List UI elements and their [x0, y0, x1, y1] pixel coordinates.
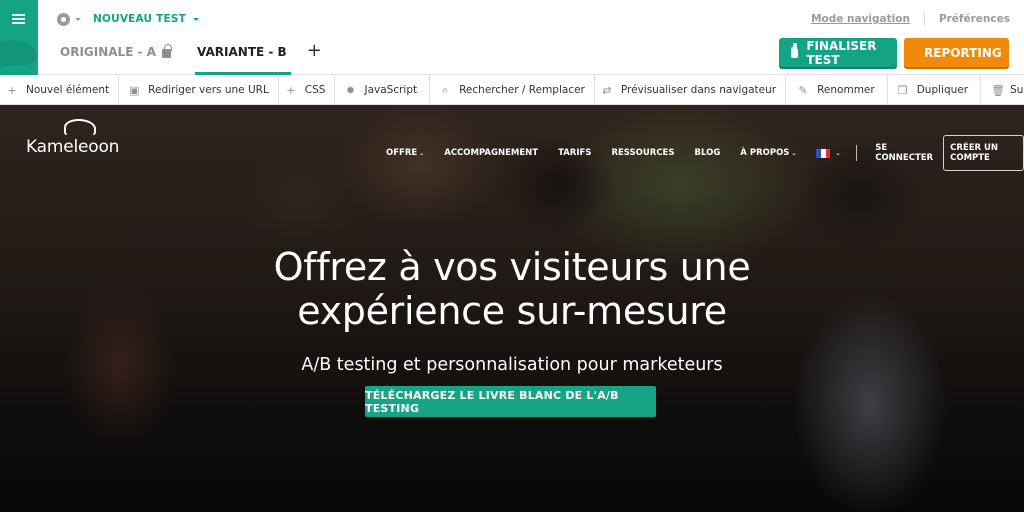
tool-label: Rediriger vers une URL [148, 84, 269, 96]
tab-original-a[interactable]: ORIGINALE - A [60, 40, 172, 75]
nav-label: OFFRE [386, 148, 418, 158]
tab-label: VARIANTE - B [197, 45, 287, 59]
thumbs-up-icon [791, 43, 799, 58]
tool-label: Rechercher / Remplacer [459, 84, 585, 96]
hero-title-line-2: expérience sur-mesure [297, 289, 727, 333]
chevron-down-icon: ⌄ [419, 150, 425, 157]
rename-button[interactable]: ✎ Renommer [786, 75, 888, 105]
tool-label: Nouvel élément [26, 84, 110, 96]
redirect-url-button[interactable]: ▣ Rediriger vers une URL [119, 75, 279, 105]
nav-item-accompagnement[interactable]: ACCOMPAGNEMENT [444, 148, 538, 158]
plus-icon: + [7, 83, 17, 97]
tool-label: Prévisualiser dans navigateur [620, 84, 777, 96]
css-button[interactable]: + CSS [279, 75, 336, 105]
add-variant-button[interactable]: + [307, 40, 322, 75]
search-replace-icon: ⌕ [442, 83, 449, 96]
tool-label: CSS [304, 84, 326, 96]
finalize-test-label: FINALISER TEST [806, 38, 877, 67]
new-element-button[interactable]: + Nouvel élément [0, 75, 120, 105]
chevron-down-icon: ⌄ [835, 149, 841, 157]
gear-icon: ✹ [345, 83, 356, 97]
hero-title: Offrez à vos visiteurs une expérience su… [0, 245, 1024, 333]
gear-icon[interactable] [57, 12, 70, 26]
tool-label: Dupliquer [916, 84, 969, 96]
duplicate-button[interactable]: ❐ Dupliquer [888, 75, 982, 105]
finalize-test-button[interactable]: FINALISER TEST [779, 38, 897, 67]
url-redirect-icon: ▣ [129, 83, 140, 97]
preview-browser-button[interactable]: ⇄ Prévisualiser dans navigateur [595, 75, 787, 105]
tool-label: Renommer [817, 84, 875, 96]
language-selector[interactable]: ⌄ [816, 148, 841, 158]
divider [856, 145, 858, 161]
signup-button[interactable]: CRÉER UN COMPTE [943, 135, 1024, 171]
test-selector: NOUVEAU TEST [57, 10, 199, 28]
nav-item-a-propos[interactable]: À PROPOS ⌄ [740, 148, 796, 158]
tab-variant-b[interactable]: VARIANTE - B [195, 40, 291, 75]
chameleon-logo-icon [64, 119, 96, 137]
download-whitepaper-button[interactable]: TÉLÉCHARGEZ LE LIVRE BLANC DE L'A/B TEST… [365, 386, 656, 417]
search-replace-button[interactable]: ⌕ Rechercher / Remplacer [430, 75, 595, 105]
preview-icon: ⇄ [602, 83, 612, 97]
reporting-button[interactable]: REPORTING [904, 38, 1009, 67]
tool-label: Supprimer [1010, 84, 1024, 96]
hero-title-line-1: Offrez à vos visiteurs une [273, 245, 751, 289]
editor-header: NOUVEAU TEST ORIGINALE - A VARIANTE - B … [0, 0, 1024, 75]
mode-navigation-link[interactable]: Mode navigation [811, 13, 910, 25]
trash-icon: 🗑 [991, 83, 1006, 97]
pencil-icon: ✎ [798, 83, 808, 97]
sidebar-toggle-button[interactable] [0, 0, 38, 75]
website-preview[interactable]: Kameleoon OFFRE ⌄ ACCOMPAGNEMENT TARIFS R… [0, 105, 1024, 512]
nav-label: À PROPOS [740, 148, 790, 158]
chevron-down-icon[interactable] [75, 17, 81, 21]
lock-icon [162, 44, 172, 58]
reporting-label: REPORTING [924, 45, 1002, 60]
duplicate-icon: ❐ [897, 83, 908, 97]
chevron-down-icon: ⌄ [791, 150, 797, 157]
tool-label: JavaScript [364, 84, 418, 96]
editor-toolbar: + Nouvel élément ▣ Rediriger vers une UR… [0, 75, 1024, 105]
hamburger-icon [12, 14, 25, 26]
variant-tabs: ORIGINALE - A VARIANTE - B + [60, 40, 322, 75]
javascript-button[interactable]: ✹ JavaScript [335, 75, 431, 105]
delete-button[interactable]: 🗑 Supprimer [981, 75, 1024, 105]
logo-text: Kameleoon [26, 137, 120, 157]
plus-icon: + [286, 83, 296, 97]
chevron-down-icon[interactable] [192, 17, 199, 21]
tab-label: ORIGINALE - A [60, 45, 157, 59]
site-navigation: OFFRE ⌄ ACCOMPAGNEMENT TARIFS RESSOURCES … [386, 135, 1024, 171]
login-link[interactable]: SE CONNECTER [875, 143, 933, 163]
nav-item-blog[interactable]: BLOG [695, 148, 721, 158]
french-flag-icon [816, 148, 831, 158]
top-links: Mode navigation Préférences [811, 12, 1010, 26]
nav-item-offre[interactable]: OFFRE ⌄ [386, 148, 424, 158]
test-name-dropdown[interactable]: NOUVEAU TEST [93, 13, 186, 25]
divider [923, 12, 925, 26]
nav-item-ressources[interactable]: RESSOURCES [611, 148, 674, 158]
hero-subtitle: A/B testing et personnalisation pour mar… [301, 355, 723, 375]
nav-item-tarifs[interactable]: TARIFS [558, 148, 591, 158]
preferences-link[interactable]: Préférences [939, 13, 1010, 25]
